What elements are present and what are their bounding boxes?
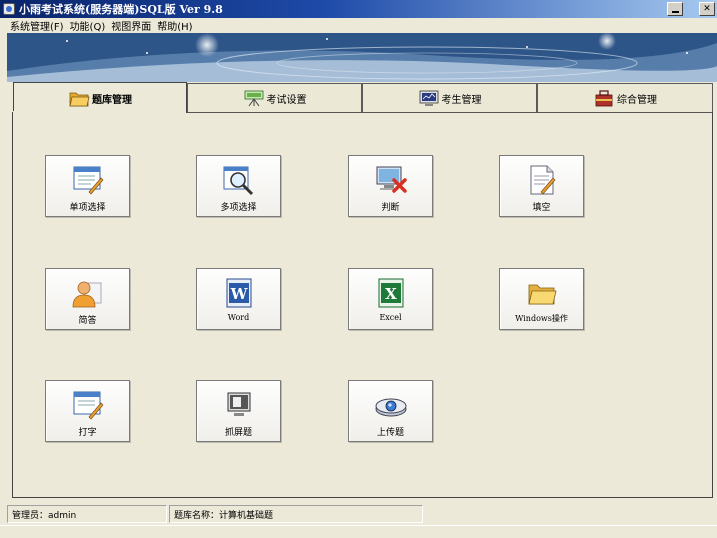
svg-text:W: W bbox=[230, 285, 249, 303]
short-answer-button[interactable]: 简答 bbox=[45, 268, 130, 330]
menu-function[interactable]: 功能(Q) bbox=[70, 18, 106, 33]
excel-icon: X bbox=[378, 278, 404, 308]
tab-label: 考生管理 bbox=[441, 94, 482, 106]
upload-icon bbox=[375, 398, 407, 417]
typing-icon bbox=[73, 391, 104, 420]
minimize-button[interactable] bbox=[667, 2, 683, 16]
window-title: 小雨考试系统(服务器端)SQL版 Ver 9.8 bbox=[19, 3, 223, 16]
screenshot-icon bbox=[227, 392, 251, 416]
tile-label: Excel bbox=[379, 313, 402, 322]
word-icon: W bbox=[226, 278, 252, 308]
upload-question-button[interactable]: 上传题 bbox=[348, 380, 433, 442]
word-button[interactable]: W Word bbox=[196, 268, 281, 330]
tab-label: 综合管理 bbox=[617, 94, 657, 106]
tile-label: 填空 bbox=[532, 203, 551, 213]
menu-help[interactable]: 帮助(H) bbox=[157, 18, 192, 33]
toolbox-icon bbox=[595, 90, 613, 107]
windows-operation-button[interactable]: Windows操作 bbox=[499, 268, 584, 330]
single-choice-button[interactable]: 单项选择 bbox=[45, 155, 130, 217]
tab-examinee-management[interactable]: 考生管理 bbox=[362, 83, 537, 112]
judge-icon bbox=[376, 166, 407, 193]
status-admin: 管理员：admin bbox=[7, 505, 167, 523]
folder-icon bbox=[528, 284, 557, 305]
menu-view[interactable]: 视图界面 bbox=[111, 18, 151, 33]
window-bottom-edge bbox=[0, 525, 717, 538]
tile-label: 上传题 bbox=[376, 428, 404, 438]
close-button[interactable]: ✕ bbox=[699, 2, 715, 16]
multiple-choice-button[interactable]: 多项选择 bbox=[196, 155, 281, 217]
tile-label: Word bbox=[227, 313, 250, 322]
status-bar: 管理员：admin 题库名称：计算机基础题 bbox=[0, 503, 717, 525]
status-question-bank: 题库名称：计算机基础题 bbox=[169, 505, 423, 523]
active-tab-joint bbox=[13, 111, 186, 114]
fill-blank-button[interactable]: 填空 bbox=[499, 155, 584, 217]
typing-button[interactable]: 打字 bbox=[45, 380, 130, 442]
tab-general-management[interactable]: 综合管理 bbox=[537, 83, 713, 112]
tile-label: 单项选择 bbox=[69, 203, 106, 213]
folder-icon bbox=[69, 92, 90, 107]
excel-button[interactable]: X Excel bbox=[348, 268, 433, 330]
menu-bar: 系统管理(F) 功能(Q) 视图界面 帮助(H) bbox=[0, 18, 717, 33]
minimize-icon bbox=[671, 11, 679, 13]
monitor-icon bbox=[419, 90, 438, 106]
space-banner-image bbox=[7, 33, 717, 82]
title-bar: 小雨考试系统(服务器端)SQL版 Ver 9.8 ✕ bbox=[0, 0, 717, 18]
app-icon[interactable] bbox=[3, 3, 15, 15]
magnifier-icon bbox=[223, 166, 254, 196]
tile-label: 多项选择 bbox=[220, 203, 257, 213]
fill-blank-icon bbox=[530, 165, 556, 195]
user-icon bbox=[72, 281, 102, 308]
true-false-button[interactable]: 判断 bbox=[348, 155, 433, 217]
tab-question-bank[interactable]: 题库管理 bbox=[13, 82, 187, 113]
tile-label: 抓屏题 bbox=[224, 428, 252, 438]
tab-exam-settings[interactable]: 考试设置 bbox=[187, 83, 362, 112]
menu-system[interactable]: 系统管理(F) bbox=[10, 18, 64, 33]
header-banner bbox=[7, 33, 717, 82]
tab-label: 题库管理 bbox=[92, 94, 132, 106]
tile-label: 判断 bbox=[381, 203, 400, 213]
single-choice-icon bbox=[73, 166, 104, 195]
screenshot-question-button[interactable]: 抓屏题 bbox=[196, 380, 281, 442]
close-icon: ✕ bbox=[703, 3, 711, 14]
projector-icon bbox=[244, 90, 263, 107]
tile-label: 简答 bbox=[78, 316, 97, 326]
tab-label: 考试设置 bbox=[266, 94, 307, 106]
tile-label: Windows操作 bbox=[515, 314, 568, 323]
svg-text:X: X bbox=[385, 285, 397, 303]
tile-label: 打字 bbox=[78, 428, 97, 438]
